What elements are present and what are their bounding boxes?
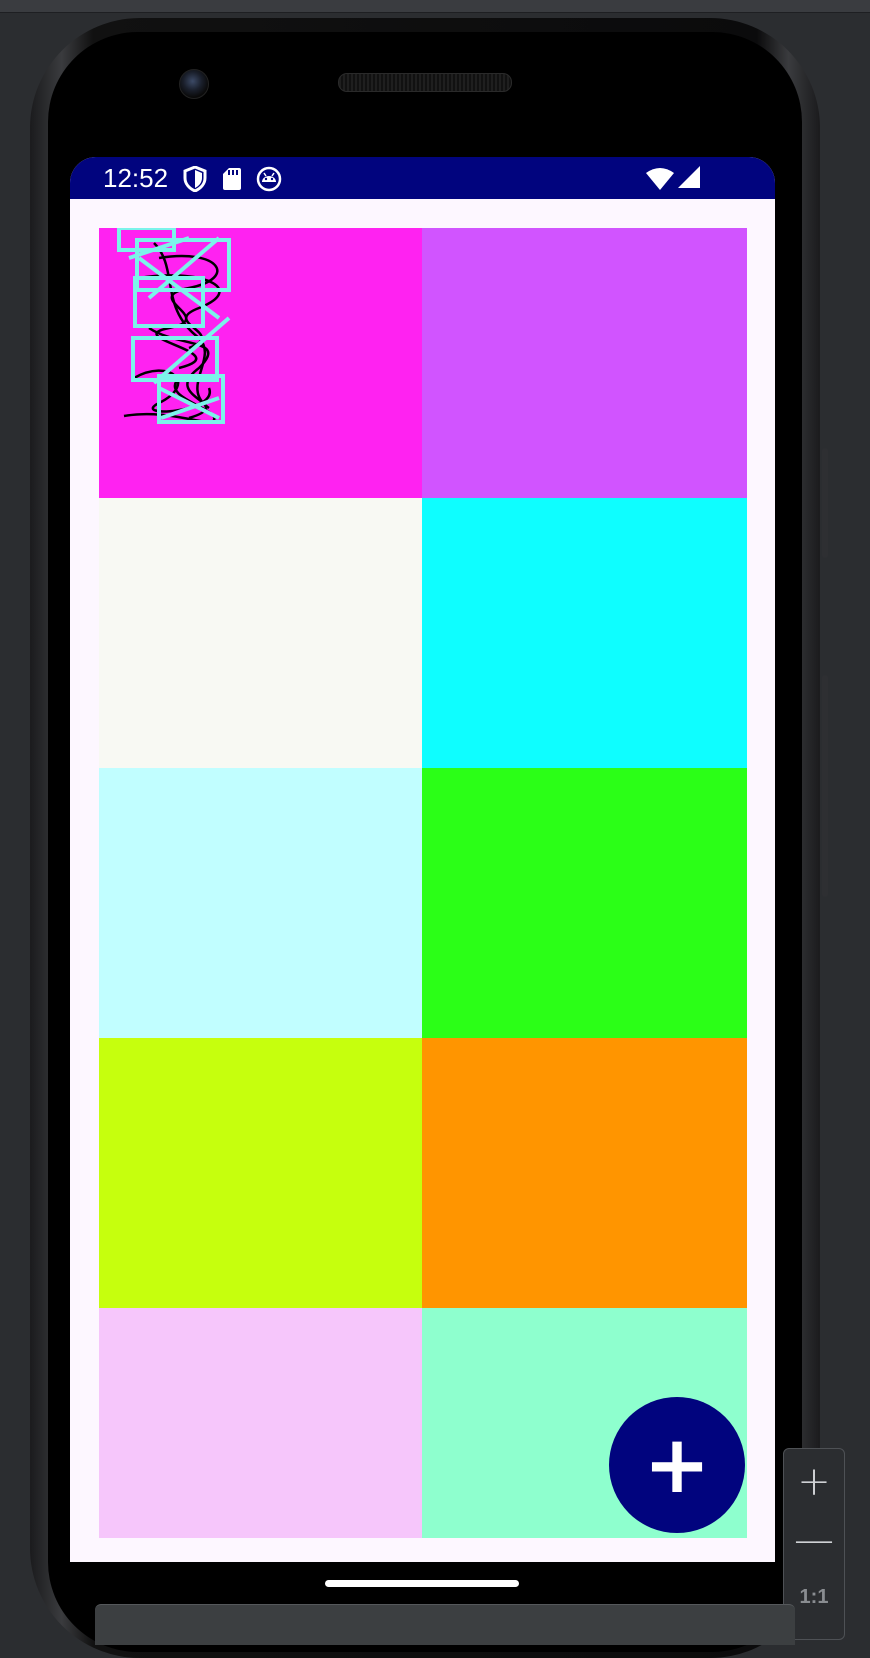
plus-icon: +	[643, 1418, 711, 1511]
android-debug-icon	[256, 166, 282, 192]
add-fab-button[interactable]: +	[609, 1397, 745, 1533]
volume-button[interactable]	[822, 675, 828, 897]
tile-purple[interactable]	[422, 228, 747, 498]
shield-icon	[183, 166, 207, 192]
device-screen: 12:52 +	[70, 157, 775, 1562]
sketch-drawing	[117, 228, 231, 424]
status-bar: 12:52	[70, 157, 775, 199]
sd-card-icon	[223, 168, 241, 190]
color-grid	[99, 228, 747, 1538]
tile-pink[interactable]	[99, 1308, 422, 1538]
cellular-signal-icon	[678, 166, 700, 188]
zoom-out-button[interactable]: —	[784, 1511, 844, 1569]
sketch-box	[133, 276, 205, 328]
wifi-icon	[646, 168, 674, 190]
tile-magenta[interactable]	[99, 228, 422, 498]
tile-cyan[interactable]	[422, 498, 747, 768]
power-button[interactable]	[822, 448, 828, 558]
emulator-bottom-panel	[95, 1604, 795, 1645]
tile-light-cyan[interactable]	[99, 768, 422, 1038]
tile-orange[interactable]	[422, 1038, 747, 1308]
tile-green[interactable]	[422, 768, 747, 1038]
zoom-in-button[interactable]: +	[784, 1453, 844, 1511]
emulator-toolbar	[0, 0, 870, 13]
earpiece-speaker	[338, 73, 512, 92]
tile-lime[interactable]	[99, 1038, 422, 1308]
home-indicator[interactable]	[325, 1580, 519, 1587]
status-time: 12:52	[103, 163, 169, 193]
front-camera	[179, 69, 209, 99]
tile-off-white[interactable]	[99, 498, 422, 768]
